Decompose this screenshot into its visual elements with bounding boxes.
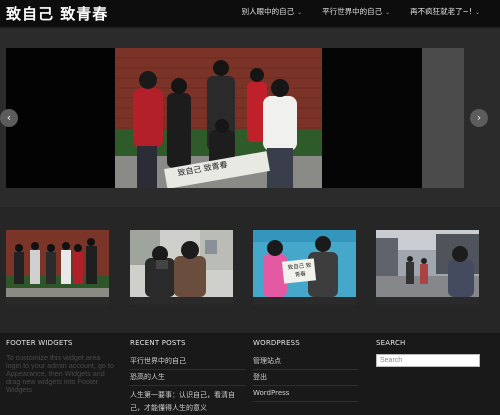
nav-item-label: 平行世界中的自己 — [322, 7, 383, 16]
thumbnail-camera-photo[interactable] — [130, 230, 233, 297]
thumbnail-sign-text: 致自己 致青春 — [287, 262, 312, 279]
chevron-down-icon: ⌄ — [385, 9, 391, 16]
thumbnail-group-photo[interactable] — [6, 230, 109, 297]
nav-item-label: 别人眼中的自己 — [241, 7, 295, 16]
thumbnail-caption-bar — [376, 297, 479, 305]
site-header: 致自己 致青春 别人眼中的自己 ⌄ 平行世界中的自己 ⌄ 再不疯狂就老了~! ⌄ — [0, 0, 500, 28]
nav-item-label: 再不疯狂就老了~! — [410, 7, 472, 16]
search-input[interactable]: Search — [376, 354, 480, 367]
footer-widgets-text: To customize this widget area login to y… — [6, 353, 114, 394]
admin-site-link[interactable]: 管理站点 — [253, 354, 358, 370]
recent-posts-heading: RECENT POSTS — [130, 339, 186, 347]
recent-post-link[interactable]: 恐高的人生 — [130, 370, 245, 386]
thumbnail-image — [130, 230, 233, 297]
recent-post-link[interactable]: 平行世界中的自己 — [130, 354, 245, 370]
main-nav: 别人眼中的自己 ⌄ 平行世界中的自己 ⌄ 再不疯狂就老了~! ⌄ — [232, 6, 490, 17]
nav-item-crazy[interactable]: 再不疯狂就老了~! ⌄ — [400, 6, 490, 17]
chevron-down-icon: ⌄ — [474, 9, 480, 16]
search-heading: SEARCH — [376, 339, 406, 347]
slide-next-edge — [422, 48, 464, 188]
logout-link[interactable]: 登出 — [253, 370, 358, 386]
slide-image-group-photo[interactable]: 致自己 致青春 — [115, 48, 322, 188]
thumbnail-street-photo[interactable] — [376, 230, 479, 297]
wordpress-heading: WORDPRESS — [253, 339, 300, 347]
chevron-right-icon: › — [476, 111, 482, 124]
recent-posts-column: RECENT POSTS 平行世界中的自己 恐高的人生 人生第一要事：认识自己，… — [130, 339, 245, 415]
chevron-down-icon: ⌄ — [297, 9, 303, 16]
thumbnail-caption-bar — [130, 297, 233, 305]
nav-item-others-view[interactable]: 别人眼中的自己 ⌄ — [232, 6, 313, 17]
footer-widgets-column: FOOTER WIDGETS To customize this widget … — [6, 339, 116, 394]
site-title[interactable]: 致自己 致青春 — [6, 3, 108, 24]
wordpress-link[interactable]: WordPress — [253, 386, 358, 402]
thumbnail-image — [376, 230, 479, 297]
slider-prev-button[interactable]: ‹ — [0, 109, 18, 127]
thumbnail-image — [6, 230, 109, 297]
wordpress-column: WORDPRESS 管理站点 登出 WordPress — [253, 339, 358, 402]
thumbnail-sign-photo[interactable]: 致自己 致青春 — [253, 230, 356, 297]
thumbnail-caption-bar — [6, 297, 109, 305]
slide-next-preview — [322, 48, 422, 188]
chevron-left-icon: ‹ — [6, 111, 12, 124]
search-column: SEARCH Search — [376, 339, 486, 367]
recent-post-link[interactable]: 人生第一要事：认识自己，看清自己，才能懂得人生的意义 — [130, 386, 245, 415]
thumbnail-caption-bar — [253, 297, 356, 305]
footer-widgets-heading: FOOTER WIDGETS — [6, 339, 73, 347]
slider-next-button[interactable]: › — [470, 109, 488, 127]
nav-item-parallel-world[interactable]: 平行世界中的自己 ⌄ — [312, 6, 400, 17]
slide-prev-preview — [6, 48, 116, 188]
